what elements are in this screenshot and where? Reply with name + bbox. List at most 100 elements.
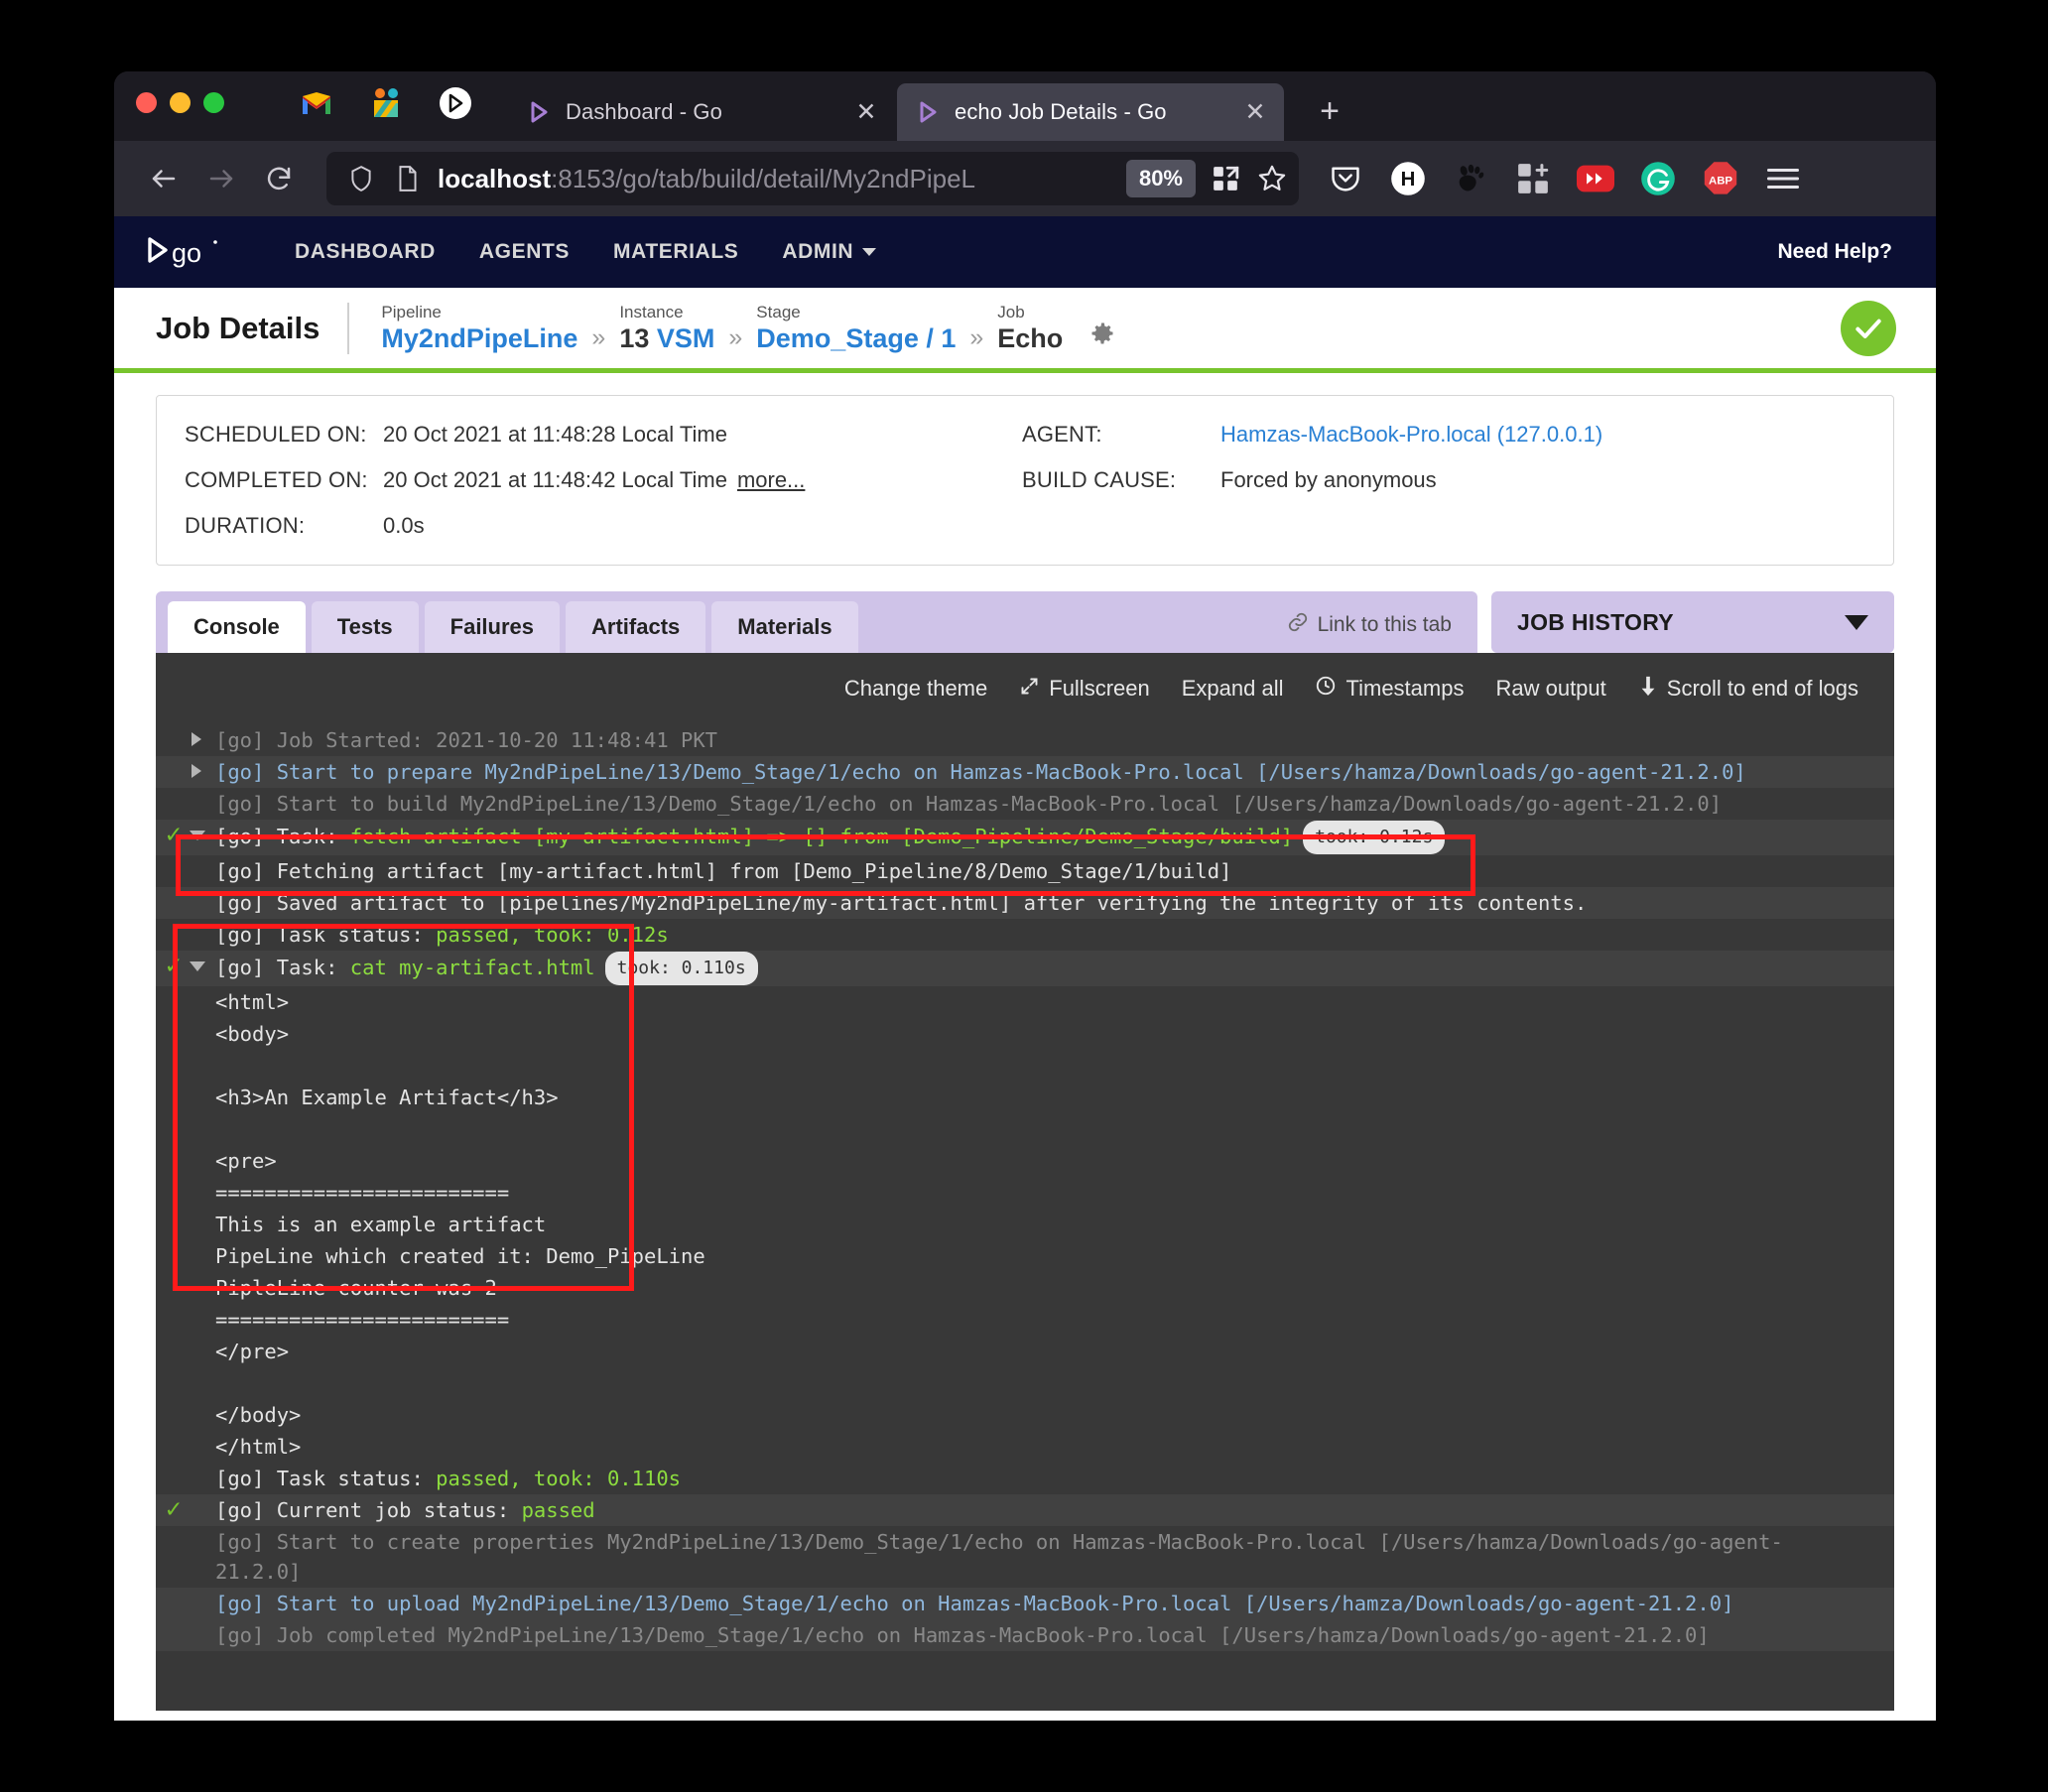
console-log-line: ✓ [go] Current job status: passed	[156, 1494, 1894, 1526]
reload-icon[interactable]	[253, 153, 305, 204]
breadcrumb-label: Instance	[619, 302, 684, 321]
console-log-line: </body>	[156, 1399, 1894, 1431]
hypothesis-icon[interactable]: H	[1387, 158, 1429, 199]
console-log-line: [go] Task status: passed, took: 0.110s	[156, 1463, 1894, 1494]
close-window-button[interactable]	[136, 91, 157, 113]
browser-window: Dashboard - Go ✕ echo Job Details - Go ✕…	[114, 71, 1936, 1721]
change-theme-button[interactable]: Change theme	[844, 676, 987, 702]
scroll-to-end-button[interactable]: Scroll to end of logs	[1638, 675, 1858, 703]
job-history-panel[interactable]: JOB HISTORY	[1491, 591, 1894, 653]
gocd-logo-icon[interactable]: go	[146, 235, 223, 269]
expand-arrow-icon[interactable]	[192, 732, 201, 746]
fullscreen-button[interactable]: Fullscreen	[1019, 676, 1150, 703]
new-tab-button[interactable]: +	[1308, 89, 1351, 133]
build-cause-label: BUILD CAUSE:	[1022, 467, 1177, 492]
tab-tests[interactable]: Tests	[311, 601, 419, 653]
grammarly-icon[interactable]	[1637, 158, 1679, 199]
console-log-text: [go] Start to upload My2ndPipeLine/13/De…	[215, 1592, 1734, 1615]
console-log-line: [go] Task status: passed, took: 0.12s	[156, 919, 1894, 951]
build-cause-row: BUILD CAUSE: Forced by anonymous	[1022, 467, 1602, 493]
agent-label: AGENT:	[1022, 422, 1102, 447]
url-bar[interactable]: localhost:8153/go/tab/build/detail/My2nd…	[326, 152, 1299, 205]
gmail-icon[interactable]	[300, 86, 333, 120]
reader-mode-icon[interactable]	[1209, 162, 1242, 195]
breadcrumb-value[interactable]: My2ndPipeLine	[381, 322, 577, 354]
console-log-text: PipleLine counter was 2	[215, 1276, 497, 1300]
console-log-line	[156, 1367, 1894, 1399]
browser-tab-job-details[interactable]: echo Job Details - Go ✕	[897, 83, 1284, 141]
gear-icon[interactable]	[1088, 320, 1116, 352]
menu-icon[interactable]	[1762, 158, 1804, 199]
pocket-icon[interactable]	[1325, 158, 1366, 199]
agent-link[interactable]: Hamzas-MacBook-Pro.local (127.0.0.1)	[1220, 422, 1602, 447]
console-log-text: ========================	[215, 1308, 510, 1332]
nav-item-dashboard[interactable]: DASHBOARD	[295, 240, 436, 264]
console-log-text: [go] Task status:	[215, 1467, 437, 1490]
breadcrumb-stage: Stage Demo_Stage / 1	[756, 302, 956, 355]
nav-item-materials[interactable]: MATERIALS	[613, 240, 738, 264]
adblockplus-icon[interactable]: ABP	[1700, 158, 1741, 199]
close-tab-icon[interactable]: ✕	[1240, 97, 1270, 127]
breadcrumb-value: Echo	[997, 322, 1064, 353]
youtube-icon[interactable]	[1575, 158, 1616, 199]
link-to-this-tab-button[interactable]: Link to this tab	[1287, 611, 1466, 653]
svg-text:go: go	[172, 238, 201, 268]
task-duration-badge: took: 0.110s	[604, 952, 758, 985]
gocd-navbar: go DASHBOARD AGENTS MATERIALS ADMIN Need…	[114, 216, 1936, 288]
console-log-text: passed, took: 0.110s	[436, 1467, 682, 1490]
gocd-menu: DASHBOARD AGENTS MATERIALS ADMIN	[295, 240, 877, 264]
collapse-arrow-icon[interactable]	[190, 831, 205, 840]
console-log-line: [go] Start to build My2ndPipeLine/13/Dem…	[156, 788, 1894, 820]
console-log-text: <pre>	[215, 1149, 277, 1173]
job-history-label: JOB HISTORY	[1517, 608, 1674, 635]
tab-failures[interactable]: Failures	[424, 601, 561, 653]
forward-arrow-icon[interactable]	[195, 153, 247, 204]
expand-all-button[interactable]: Expand all	[1182, 676, 1284, 702]
console-log-text: </html>	[215, 1435, 302, 1459]
shield-icon[interactable]	[344, 162, 378, 195]
check-icon: ✓	[166, 820, 182, 849]
back-arrow-icon[interactable]	[138, 153, 190, 204]
fullscreen-icon	[1019, 676, 1040, 703]
expand-all-label: Expand all	[1181, 676, 1284, 701]
expand-arrow-icon[interactable]	[192, 764, 201, 778]
console-log-line: [go] Start to create properties My2ndPip…	[156, 1526, 1894, 1588]
bookmark-star-icon[interactable]	[1255, 162, 1289, 195]
job-info-left: SCHEDULED ON: 20 Oct 2021 at 11:48:28 Lo…	[185, 422, 1022, 539]
console-log-text	[215, 1117, 227, 1141]
gnome-icon[interactable]	[1450, 158, 1491, 199]
console-log-text: <h3>An Example Artifact</h3>	[215, 1086, 559, 1109]
zoom-level-badge[interactable]: 80%	[1125, 160, 1196, 197]
nav-item-admin[interactable]: ADMIN	[782, 240, 877, 264]
console-log-text: [go] Job Started: 2021-10-20 11:48:41 PK…	[215, 728, 718, 752]
chevron-down-icon[interactable]	[1845, 614, 1868, 630]
timestamps-button[interactable]: Timestamps	[1315, 675, 1464, 703]
vsm-link[interactable]: VSM	[657, 323, 715, 353]
console-log[interactable]: [go] Job Started: 2021-10-20 11:48:41 PK…	[156, 718, 1894, 1711]
tab-materials[interactable]: Materials	[711, 601, 858, 653]
more-link[interactable]: more...	[737, 467, 805, 493]
console-log-text: PipeLine which created it: Demo_PipeLine	[215, 1244, 705, 1268]
need-help-link[interactable]: Need Help?	[1777, 240, 1892, 264]
maximize-window-button[interactable]	[203, 91, 224, 113]
tab-artifacts[interactable]: Artifacts	[566, 601, 706, 653]
breadcrumb-value[interactable]: Demo_Stage / 1	[756, 322, 956, 354]
console-log-text	[215, 1371, 227, 1395]
job-info-right: AGENT: Hamzas-MacBook-Pro.local (127.0.0…	[1022, 422, 1602, 539]
tab-console[interactable]: Console	[168, 601, 306, 653]
console-log-line: <html>	[156, 986, 1894, 1018]
gocd-circle-icon[interactable]	[439, 86, 472, 120]
minimize-window-button[interactable]	[170, 91, 191, 113]
analytics-icon[interactable]	[369, 86, 403, 120]
nav-item-agents[interactable]: AGENTS	[479, 240, 570, 264]
console-log-text: passed	[521, 1498, 595, 1522]
close-tab-icon[interactable]: ✕	[851, 97, 881, 127]
scheduled-on-label: SCHEDULED ON:	[185, 422, 367, 447]
extensions-icon[interactable]	[1512, 158, 1554, 199]
browser-tab-dashboard[interactable]: Dashboard - Go ✕	[508, 83, 895, 141]
console-toolbar: Change theme Fullscreen Expand all Times…	[156, 653, 1894, 718]
collapse-arrow-icon[interactable]	[190, 961, 205, 971]
raw-output-button[interactable]: Raw output	[1495, 676, 1605, 702]
console-log-text: <body>	[215, 1022, 290, 1046]
breadcrumb-value[interactable]: 13 VSM	[619, 322, 714, 354]
